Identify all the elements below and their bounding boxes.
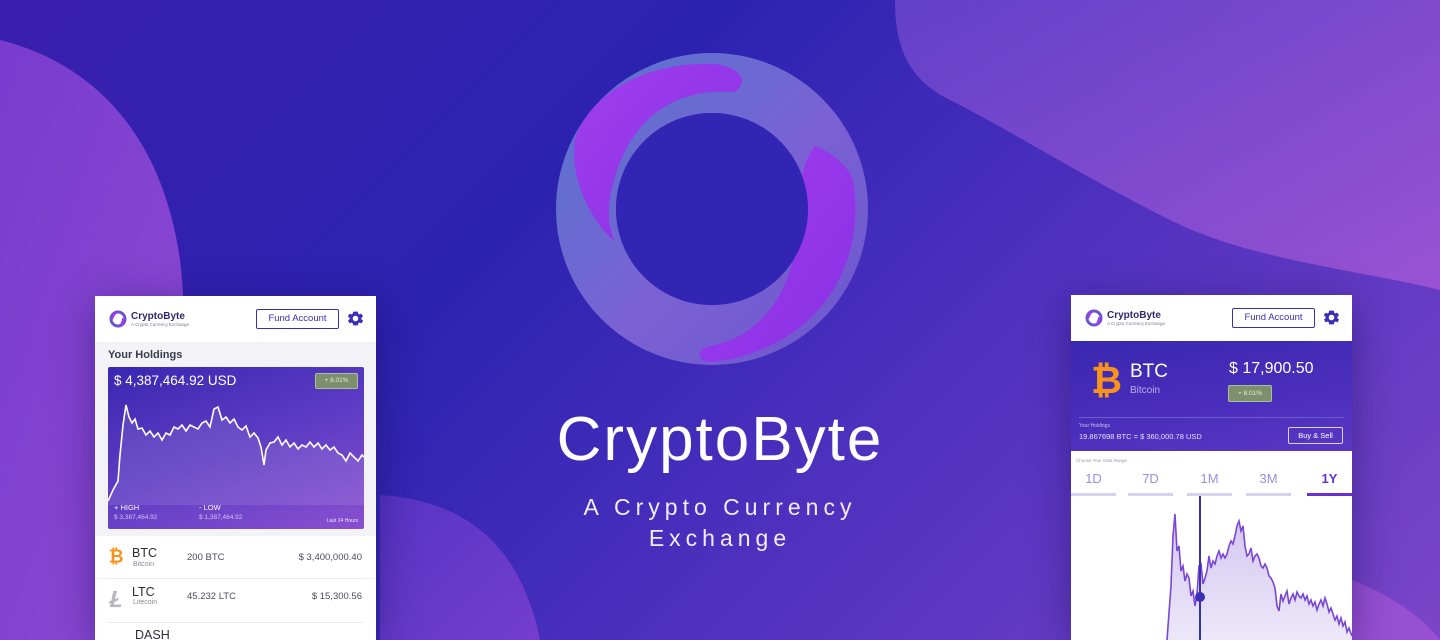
- coin-value: $ 3,400,000.40: [298, 552, 362, 563]
- brand-logo-icon: [1085, 309, 1103, 327]
- tab-1y[interactable]: 1Y: [1307, 469, 1352, 496]
- change-badge: + 8.01%: [1228, 385, 1272, 402]
- brand-tagline: A Crypto Currency Exchange: [1107, 320, 1166, 326]
- coin-detail-screen: CryptoByte A Crypto Currency Exchange Fu…: [1071, 295, 1352, 640]
- holdings-line-chart: [108, 404, 364, 505]
- chart-cursor-dot: [1195, 592, 1205, 602]
- high-value: $ 3,387,464.92: [114, 514, 158, 521]
- brand-tagline: A Crypto Currency Exchange: [131, 321, 190, 327]
- coin-price: $ 17,900.50: [1229, 360, 1314, 377]
- app-header: CryptoByte A Crypto Currency Exchange Fu…: [95, 296, 376, 342]
- coin-row-ltc[interactable]: LTC Litecoin 45.232 LTC $ 15,300.56: [95, 579, 376, 621]
- svg-text:₿: ₿: [109, 546, 124, 566]
- coin-amount: 45.232 LTC: [187, 591, 236, 602]
- tab-7d[interactable]: 7D: [1128, 469, 1173, 496]
- coin-symbol: LTC: [132, 585, 155, 599]
- coin-symbol: BTC: [132, 546, 157, 560]
- range-label: Choose Your Data Range: [1076, 458, 1128, 463]
- high-label: + HIGH: [114, 503, 140, 512]
- period-label: Last 24 Hours: [326, 518, 358, 524]
- your-holdings-value: 19.867698 BTC = $ 360,000.78 USD: [1079, 432, 1202, 441]
- btc-price-chart[interactable]: [1071, 496, 1352, 640]
- brand[interactable]: CryptoByte A Crypto Currency Exchange: [1084, 308, 1165, 328]
- gear-icon[interactable]: [346, 309, 365, 328]
- change-badge: + 8.01%: [315, 373, 358, 389]
- bitcoin-icon: ₿: [109, 546, 124, 566]
- coin-row-dash[interactable]: DASH: [95, 623, 376, 640]
- coin-symbol: BTC: [1130, 361, 1168, 382]
- brand-logo-icon: [109, 310, 127, 328]
- tab-3m[interactable]: 3M: [1246, 469, 1291, 496]
- buy-sell-button[interactable]: Buy & Sell: [1288, 427, 1343, 444]
- svg-text:₿: ₿: [1091, 358, 1121, 401]
- low-value: $ 1,387,464.92: [199, 514, 243, 521]
- holdings-card: $ 4,387,464.92 USD + 8.01% + HIGH $ 3,38…: [108, 367, 364, 529]
- cryptobyte-logo-large: [556, 53, 868, 365]
- coin-amount: 200 BTC: [187, 552, 225, 563]
- fund-account-button[interactable]: Fund Account: [256, 309, 339, 329]
- app-header: CryptoByte A Crypto Currency Exchange Fu…: [1071, 295, 1352, 341]
- holdings-screen: CryptoByte A Crypto Currency Exchange Fu…: [95, 296, 376, 640]
- coin-name: Litecoin: [133, 599, 158, 606]
- hero-subtitle: A Crypto Currency Exchange: [570, 492, 870, 554]
- tab-1m[interactable]: 1M: [1187, 469, 1232, 496]
- coin-summary-panel: ₿ BTC Bitcoin $ 17,900.50 + 8.01% Your H…: [1071, 341, 1352, 451]
- holdings-title: Your Holdings: [108, 349, 183, 361]
- brand[interactable]: CryptoByte A Crypto Currency Exchange: [108, 309, 189, 329]
- range-tabs: 1D 7D 1M 3M 1Y: [1071, 469, 1352, 496]
- coin-name: Bitcoin: [1130, 385, 1161, 396]
- your-holdings-label: Your Holdings: [1079, 423, 1110, 429]
- low-label: - LOW: [199, 503, 221, 512]
- tab-1d[interactable]: 1D: [1071, 469, 1116, 496]
- brand-name: CryptoByte: [1107, 309, 1161, 321]
- coin-value: $ 15,300.56: [311, 591, 362, 602]
- hero-subtitle-line1: A Crypto Currency: [583, 494, 857, 520]
- litecoin-icon: [108, 590, 122, 608]
- panel-divider: [1079, 417, 1344, 418]
- gear-icon[interactable]: [1322, 308, 1341, 327]
- fund-account-button[interactable]: Fund Account: [1232, 308, 1315, 328]
- hero-subtitle-line2: Exchange: [648, 525, 792, 551]
- brand-name: CryptoByte: [131, 310, 185, 322]
- coin-row-btc[interactable]: ₿ BTC Bitcoin 200 BTC $ 3,400,000.40: [95, 536, 376, 578]
- dash-icon: [107, 633, 125, 640]
- coin-symbol: DASH: [135, 628, 170, 640]
- bitcoin-icon: ₿: [1091, 358, 1121, 401]
- holdings-total: $ 4,387,464.92 USD: [114, 373, 237, 388]
- coin-name: Bitcoin: [133, 561, 155, 568]
